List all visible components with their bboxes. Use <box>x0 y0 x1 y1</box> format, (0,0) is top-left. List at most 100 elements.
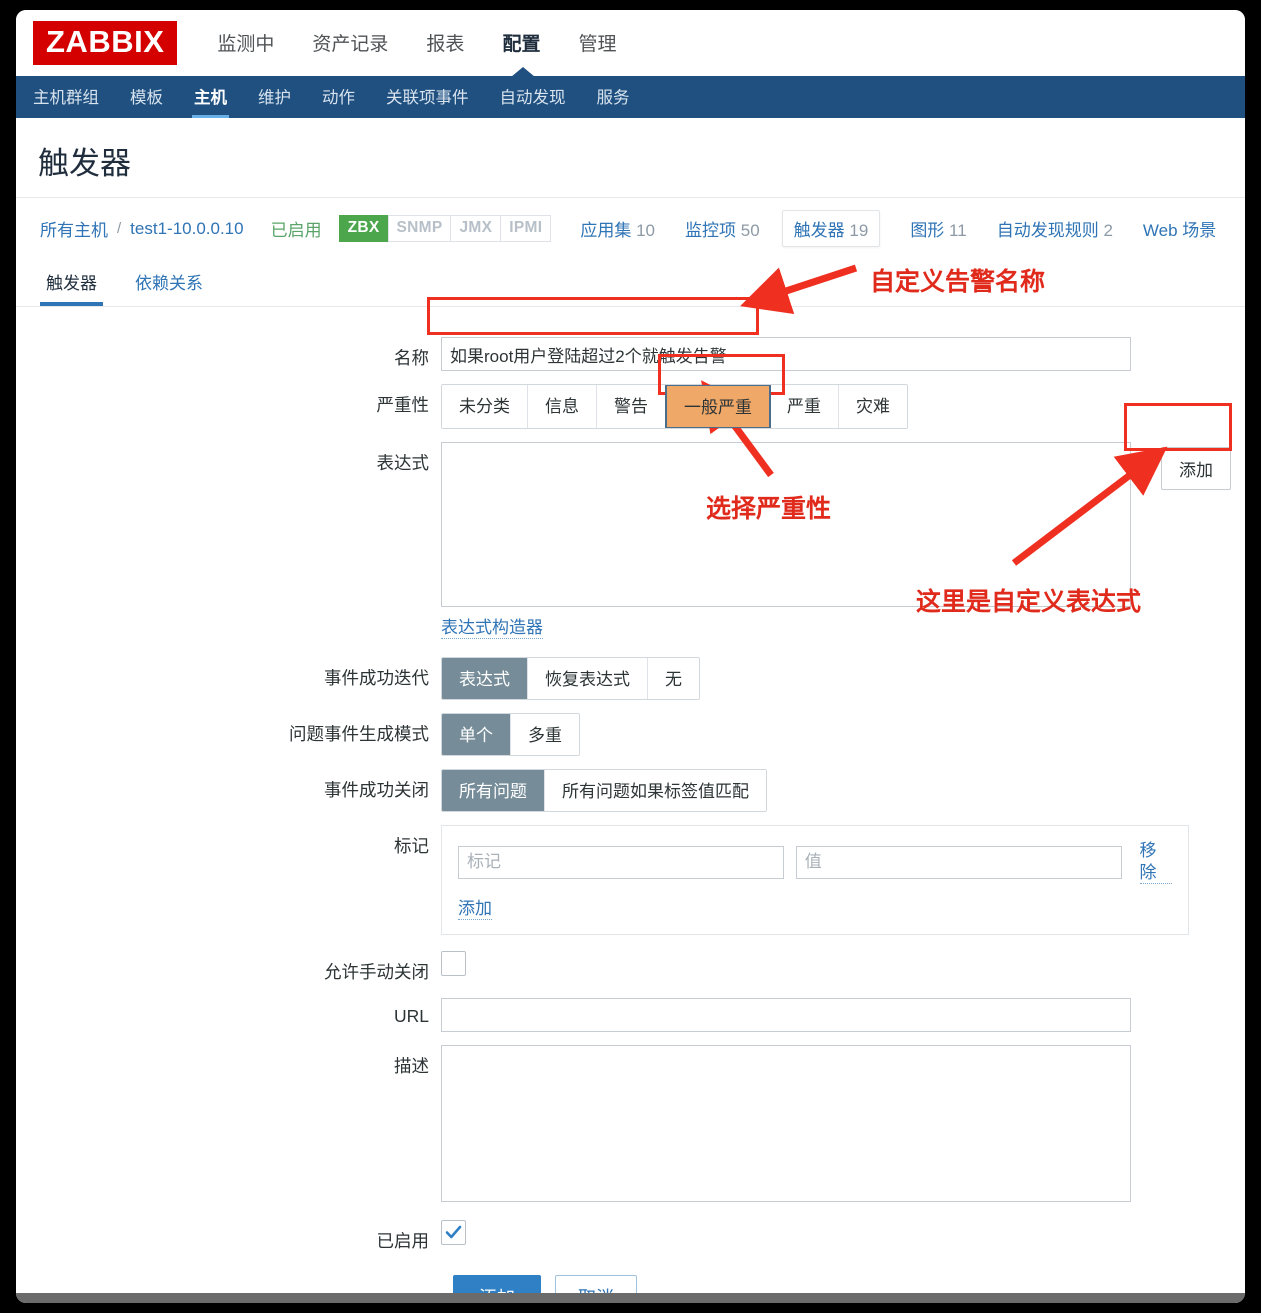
tags-label: 标记 <box>394 836 429 857</box>
breadcrumb-applications-label: 应用集 <box>580 221 632 240</box>
trigger-form: 名称 严重性 未分类 信息 警告 一般严重 严重 灾难 表达式 <box>16 307 1245 1303</box>
ok-event-generation-label: 事件成功迭代 <box>324 668 429 689</box>
breadcrumb-triggers[interactable]: 触发器 19 <box>781 210 881 247</box>
url-input[interactable] <box>441 998 1131 1032</box>
subnav-item-hosts[interactable]: 主机 <box>192 74 229 120</box>
topnav-item-inventory[interactable]: 资产记录 <box>312 29 388 58</box>
form-row-allow-manual-close: 允许手动关闭 <box>16 951 1245 984</box>
ok-event-closes-label: 事件成功关闭 <box>324 780 429 801</box>
ok-event-option-recovery-expression[interactable]: 恢复表达式 <box>528 658 648 700</box>
subnav-item-maintenance[interactable]: 维护 <box>258 74 291 120</box>
interface-badge-zbx: ZBX <box>338 215 389 242</box>
breadcrumb-graphs[interactable]: 图形 11 <box>910 216 966 241</box>
expression-add-button[interactable]: 添加 <box>1161 447 1231 490</box>
breadcrumb: 所有主机 / test1-10.0.0.10 已启用 ZBX SNMP JMX … <box>16 198 1245 259</box>
ok-event-generation-segmented-control: 表达式 恢复表达式 无 <box>441 657 700 701</box>
host-status-label: 已启用 <box>270 221 322 240</box>
severity-option-high[interactable]: 严重 <box>770 385 839 428</box>
subnav-item-actions[interactable]: 动作 <box>322 74 355 120</box>
description-field-wrap <box>441 1045 1245 1207</box>
expression-constructor-link[interactable]: 表达式构造器 <box>441 617 543 640</box>
breadcrumb-all-hosts[interactable]: 所有主机 <box>40 216 108 241</box>
expression-constructor-wrap: 表达式构造器 <box>441 617 1245 640</box>
breadcrumb-applications-count: 10 <box>636 221 655 240</box>
url-field-wrap <box>441 998 1245 1032</box>
tab-trigger[interactable]: 触发器 <box>40 259 103 306</box>
severity-option-disaster[interactable]: 灾难 <box>839 385 907 428</box>
subnav-item-host-groups[interactable]: 主机群组 <box>33 74 99 120</box>
form-row-ok-event-generation: 事件成功迭代 表达式 恢复表达式 无 <box>16 657 1245 701</box>
breadcrumb-applications[interactable]: 应用集 10 <box>580 216 655 241</box>
breadcrumb-items-count: 50 <box>740 221 760 240</box>
breadcrumb-web-scenarios[interactable]: Web 场景 <box>1143 216 1216 241</box>
annotation-text-name: 自定义告警名称 <box>870 268 1046 296</box>
description-label: 描述 <box>394 1056 429 1076</box>
subnav-item-discovery[interactable]: 自动发现 <box>500 74 566 120</box>
severity-label: 严重性 <box>376 395 430 415</box>
tag-value-input[interactable] <box>795 845 1122 879</box>
ok-event-option-none[interactable]: 无 <box>648 658 699 700</box>
bottom-strip <box>16 1293 1245 1303</box>
subnav-item-services[interactable]: 服务 <box>597 74 630 120</box>
zabbix-logo[interactable]: ZABBIX <box>33 20 178 66</box>
topnav-item-configuration[interactable]: 配置 <box>502 29 540 58</box>
sub-navigation-bar: 主机群组 模板 主机 维护 动作 关联项事件 自动发现 服务 <box>16 67 1245 120</box>
breadcrumb-items-label: 监控项 <box>685 221 736 240</box>
ok-event-option-expression[interactable]: 表达式 <box>442 658 528 700</box>
breadcrumb-triggers-label: 触发器 <box>793 221 845 240</box>
allow-manual-close-label: 允许手动关闭 <box>324 962 429 982</box>
breadcrumb-web-scenarios-label: Web 场景 <box>1142 221 1217 240</box>
problem-event-generation-label: 问题事件生成模式 <box>289 724 429 745</box>
annotation-text-expression: 这里是自定义表达式 <box>916 588 1142 616</box>
tag-remove-link[interactable]: 移除 <box>1139 840 1172 884</box>
ok-event-closes-option-tag-match[interactable]: 所有问题如果标签值匹配 <box>545 770 766 812</box>
tab-dependencies[interactable]: 依赖关系 <box>129 259 209 306</box>
breadcrumb-items[interactable]: 监控项 50 <box>685 216 760 241</box>
breadcrumb-discovery-rules[interactable]: 自动发现规则 2 <box>997 216 1113 241</box>
breadcrumb-separator: / <box>117 220 122 237</box>
breadcrumb-triggers-count: 19 <box>849 221 869 240</box>
tags-field-wrap: 移除 添加 <box>441 825 1245 935</box>
expression-label: 表达式 <box>376 453 430 473</box>
description-textarea[interactable] <box>441 1045 1131 1202</box>
breadcrumb-discovery-rules-count: 2 <box>1103 221 1113 240</box>
app-window: ZABBIX 监测中 资产记录 报表 配置 管理 主机群组 模板 主机 维护 动… <box>16 10 1245 1303</box>
problem-event-option-single[interactable]: 单个 <box>442 714 511 756</box>
problem-event-segmented-control: 单个 多重 <box>441 713 580 757</box>
top-navigation-bar: ZABBIX 监测中 资产记录 报表 配置 管理 <box>16 10 1245 76</box>
severity-field-wrap: 未分类 信息 警告 一般严重 严重 灾难 <box>441 384 1245 429</box>
tag-name-input[interactable] <box>458 845 784 879</box>
topnav-item-reports[interactable]: 报表 <box>426 29 464 58</box>
enabled-label: 已启用 <box>376 1231 430 1251</box>
topnav-item-administration[interactable]: 管理 <box>578 29 616 58</box>
form-tabs: 触发器 依赖关系 <box>16 259 1245 307</box>
form-row-url: URL <box>16 998 1245 1032</box>
severity-option-warning[interactable]: 警告 <box>597 385 666 428</box>
topnav-item-monitoring[interactable]: 监测中 <box>217 29 274 58</box>
severity-option-not-classified[interactable]: 未分类 <box>442 385 528 428</box>
allow-manual-close-field-wrap <box>441 951 1245 981</box>
enabled-checkbox[interactable] <box>441 1220 466 1245</box>
tag-add-link[interactable]: 添加 <box>458 898 492 920</box>
page-header: 触发器 <box>16 118 1245 198</box>
enabled-field-wrap <box>441 1220 1245 1247</box>
subnav-item-templates[interactable]: 模板 <box>130 74 163 120</box>
form-row-tags: 标记 移除 添加 <box>16 825 1245 935</box>
form-row-description: 描述 <box>16 1045 1245 1207</box>
ok-event-closes-option-all-problems[interactable]: 所有问题 <box>442 770 545 812</box>
tag-add-wrap: 添加 <box>458 898 1172 920</box>
problem-event-option-multiple[interactable]: 多重 <box>511 714 579 756</box>
trigger-name-input[interactable] <box>441 337 1131 371</box>
allow-manual-close-checkbox[interactable] <box>441 951 466 976</box>
ok-event-closes-field-wrap: 所有问题 所有问题如果标签值匹配 <box>441 769 1245 813</box>
interface-badge-snmp: SNMP <box>387 215 452 242</box>
severity-option-information[interactable]: 信息 <box>528 385 597 428</box>
breadcrumb-host[interactable]: test1-10.0.0.10 <box>130 219 243 239</box>
form-row-problem-event-generation: 问题事件生成模式 单个 多重 <box>16 713 1245 757</box>
form-row-ok-event-closes: 事件成功关闭 所有问题 所有问题如果标签值匹配 <box>16 769 1245 813</box>
ok-event-generation-field-wrap: 表达式 恢复表达式 无 <box>441 657 1245 701</box>
checkmark-icon <box>445 1225 462 1239</box>
severity-option-average[interactable]: 一般严重 <box>665 385 771 428</box>
page-title: 触发器 <box>38 146 131 181</box>
subnav-item-event-correlation[interactable]: 关联项事件 <box>386 74 469 120</box>
